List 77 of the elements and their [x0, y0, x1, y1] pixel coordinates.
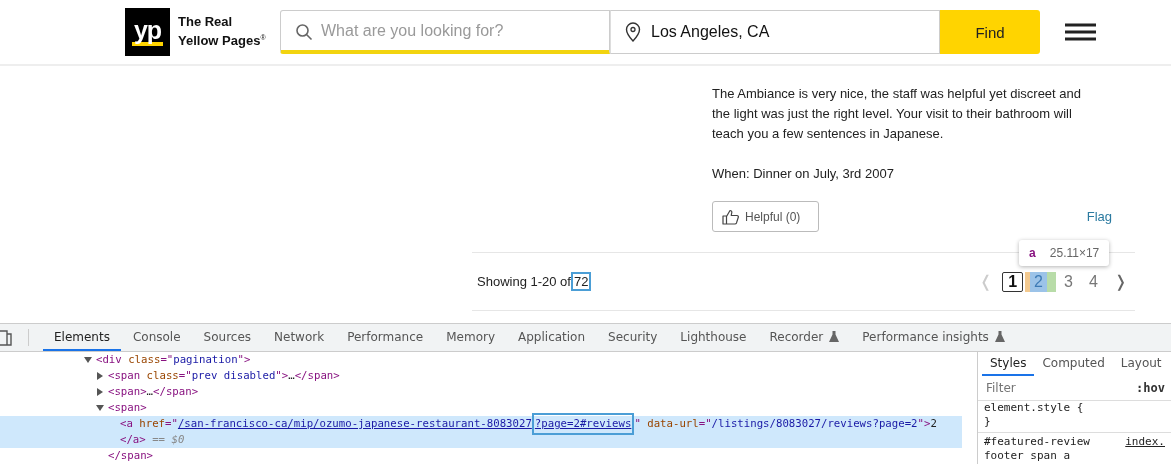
inspect-tooltip: a 25.11×17: [1019, 239, 1110, 266]
next-page-arrow[interactable]: ❭: [1106, 272, 1135, 291]
href-link[interactable]: /san-francisco-ca/mip/ozumo-japanese-restaurant-8083027: [177, 416, 532, 432]
attribute-value: /listings/8083027/reviews?page=2: [711, 416, 918, 432]
attribute-name: class: [128, 352, 161, 368]
styles-tab[interactable]: Computed: [1034, 352, 1113, 376]
devtools-tab[interactable]: Elements: [43, 324, 121, 351]
devtools-tab[interactable]: Security: [597, 324, 669, 351]
tag-text: =": [698, 416, 712, 432]
styles-tab[interactable]: Styles: [982, 352, 1035, 376]
tag-text: ">: [917, 416, 931, 432]
hover-state-button[interactable]: :hov: [1136, 381, 1165, 395]
node-text: 2: [930, 416, 937, 432]
location-field[interactable]: Los Angeles, CA: [610, 10, 940, 54]
devtools-tab[interactable]: Lighthouse: [669, 324, 758, 351]
attribute-name: class: [146, 368, 179, 384]
stylesheet-link[interactable]: index.: [1125, 435, 1165, 449]
helpful-button[interactable]: Helpful (0): [712, 201, 819, 232]
devtools-tab[interactable]: Network: [263, 324, 336, 351]
page-link[interactable]: 4: [1083, 272, 1104, 291]
devtools-tab[interactable]: Memory: [435, 324, 506, 351]
css-rule-text: }: [984, 415, 991, 429]
tag-text: <span>: [108, 400, 147, 416]
page-link[interactable]: 1: [1002, 271, 1024, 292]
devtools-tab[interactable]: Sources: [192, 324, 263, 351]
flask-icon: [994, 331, 1005, 342]
tag-text: ": [634, 416, 642, 432]
attribute-name: href: [139, 416, 166, 432]
tag-text: ">: [237, 352, 251, 368]
tag-text: </span>: [294, 368, 340, 384]
results-count-text: Showing 1-20 of: [477, 274, 571, 289]
tag-text: <span>: [108, 384, 147, 400]
node-text: …: [288, 368, 295, 384]
flag-link[interactable]: Flag: [1086, 209, 1112, 224]
dom-node-row[interactable]: <div class="pagination">: [0, 352, 962, 368]
tag-text: =": [160, 352, 174, 368]
logo-text: The Real Yellow Pages$^{®}$: [178, 14, 267, 50]
devtools-tab[interactable]: Performance: [336, 324, 435, 351]
thumbs-up-icon: [722, 208, 739, 225]
attribute-value: pagination: [173, 352, 238, 368]
tag-text: ">: [275, 368, 289, 384]
tag-text: <div: [96, 352, 123, 368]
node-text: …: [146, 384, 154, 400]
results-total: 72: [570, 272, 592, 291]
tag-text: <span: [108, 368, 142, 384]
logo-mark[interactable]: yp: [125, 8, 170, 56]
menu-icon[interactable]: [1065, 23, 1096, 41]
page-link[interactable]: 3: [1058, 272, 1079, 291]
tag-text: <a: [120, 416, 134, 432]
dom-node-row[interactable]: <span>…</span>: [0, 384, 962, 400]
dom-node-row[interactable]: </span>: [0, 448, 962, 464]
attribute-name: data-url: [647, 416, 699, 432]
search-field[interactable]: What are you looking for?: [280, 10, 610, 54]
review-date: When: Dinner on July, 3rd 2007: [712, 165, 895, 183]
tag-text: </a>: [120, 432, 146, 448]
review-text: The Ambiance is very nice, the staff was helpful yet discreet and the light was just the right level. Your visit to their bathroom will teach you a few sentences in Japanese.: [712, 85, 1082, 143]
css-rule-text: element.style {: [984, 401, 1084, 415]
attribute-value: prev disabled: [191, 368, 276, 384]
tag-text: </span>: [153, 384, 199, 400]
devtools-tab[interactable]: Performance insights: [851, 324, 1016, 351]
devtools-tab[interactable]: Recorder: [758, 324, 851, 351]
dom-node-row[interactable]: <span class="prev disabled">…</span>: [0, 368, 962, 384]
css-rule-text: footer span a: [984, 449, 1071, 463]
tag-text: =": [178, 368, 192, 384]
tag-text: =": [165, 416, 178, 432]
css-rule-text: #featured-review: [984, 435, 1090, 449]
tag-text: </span>: [108, 448, 154, 464]
flask-icon: [829, 331, 840, 342]
devtools-tab[interactable]: Console: [121, 324, 192, 351]
styles-tab[interactable]: Layout: [1112, 352, 1170, 376]
device-toolbar-icon[interactable]: [0, 329, 12, 346]
devtools-tab[interactable]: Application: [507, 324, 597, 351]
dom-node-row[interactable]: <span>: [0, 400, 962, 416]
selected-node-marker: == $0: [151, 432, 185, 448]
href-link[interactable]: ?page=2#reviews: [531, 413, 635, 435]
filter-field[interactable]: Filter: [984, 380, 1137, 396]
find-button[interactable]: Find: [940, 10, 1040, 54]
